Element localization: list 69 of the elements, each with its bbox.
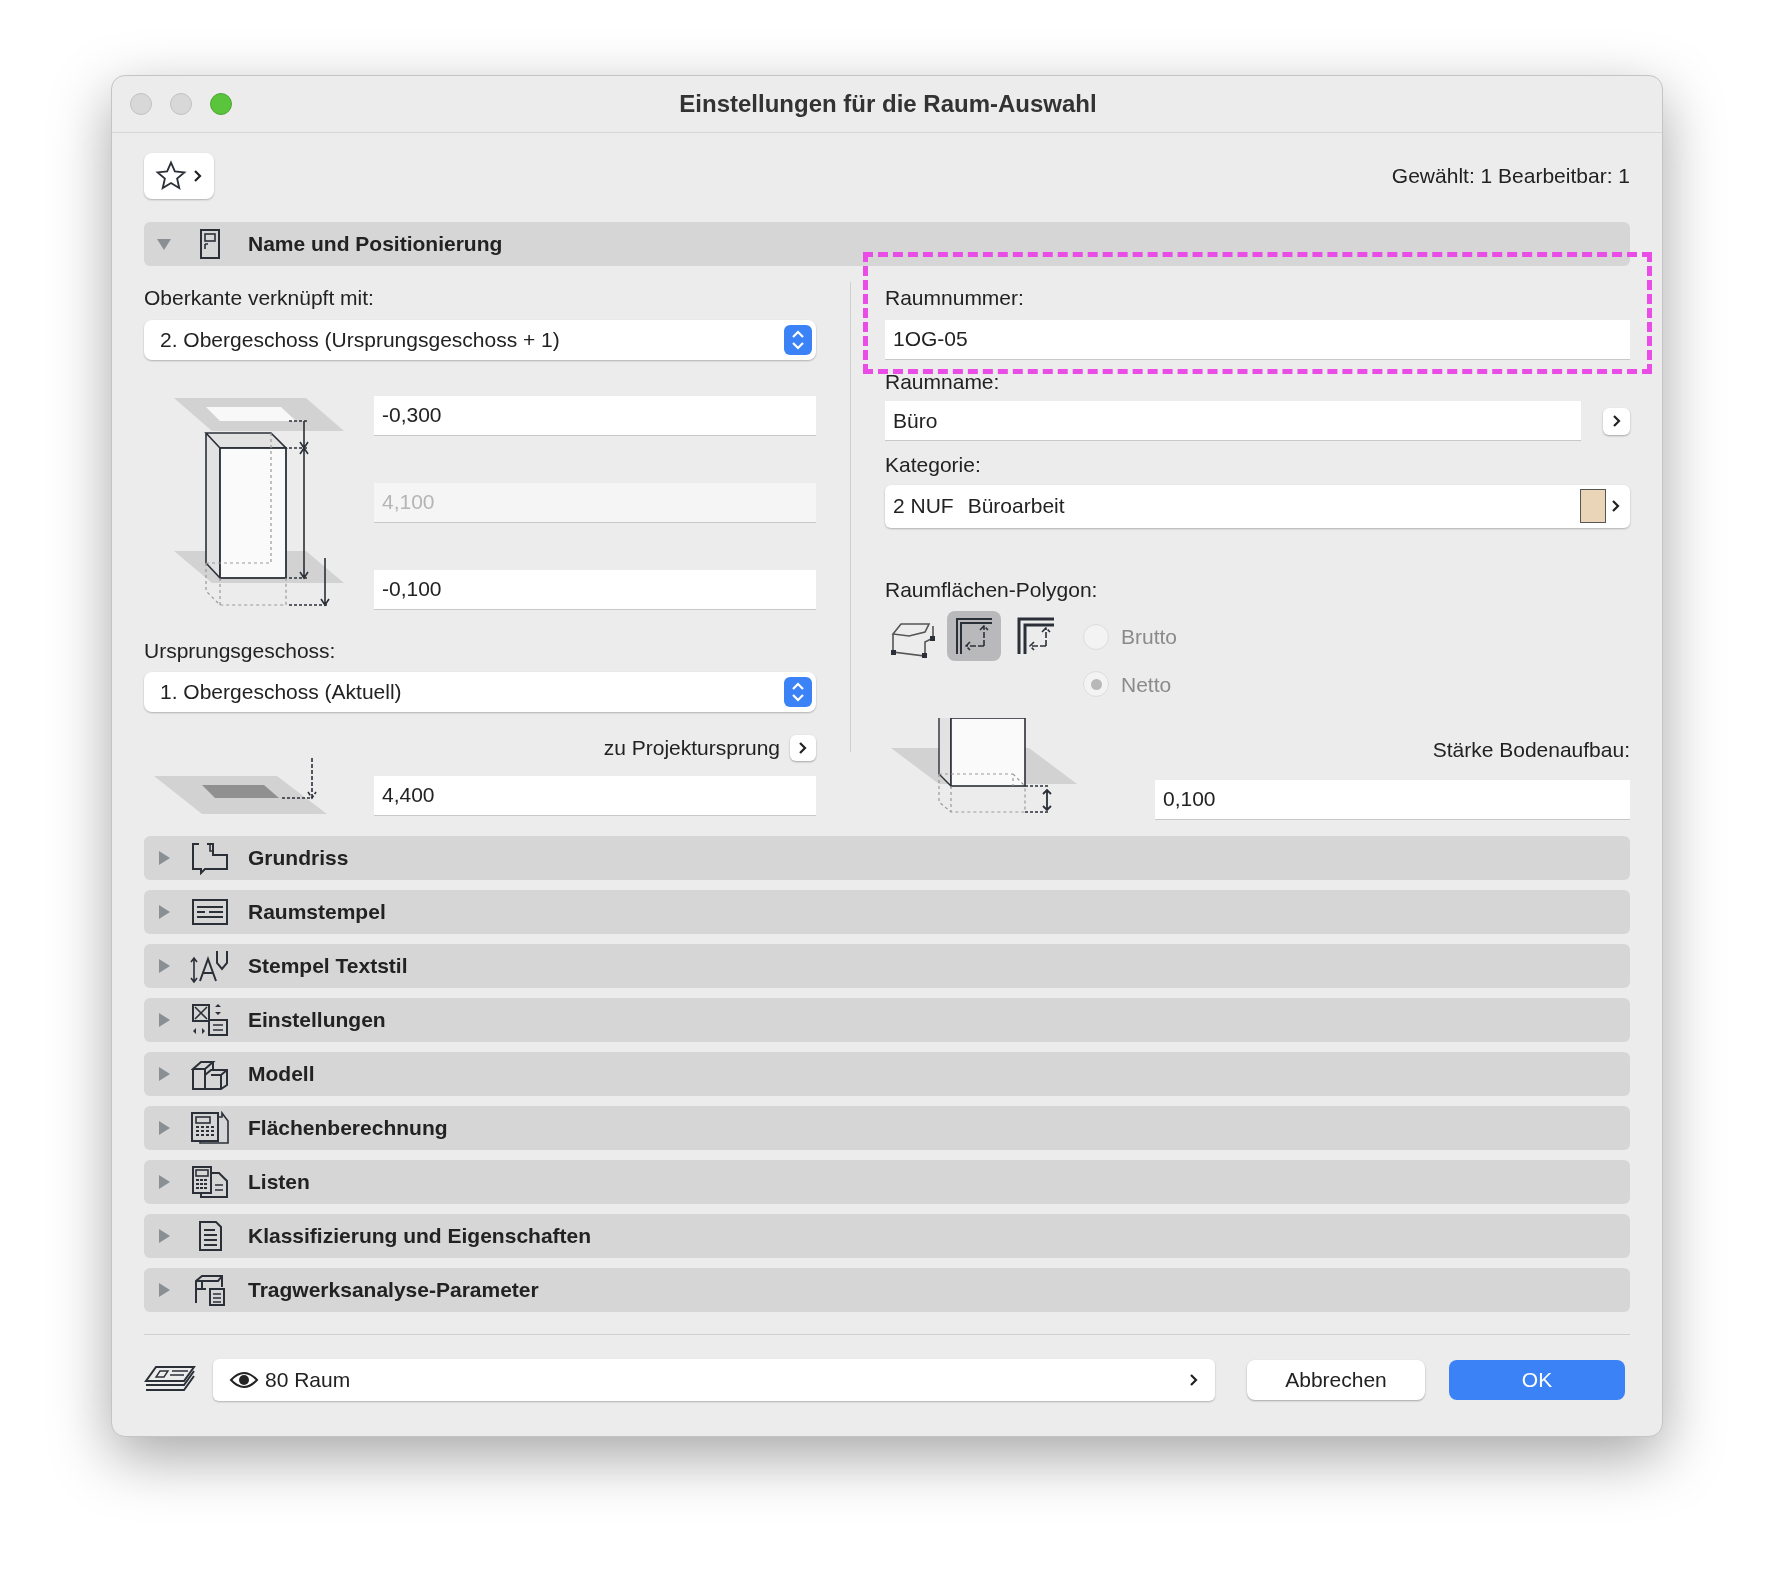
- section-header[interactable]: Tragwerksanalyse-Parameter: [144, 1267, 1630, 1312]
- chevron-button[interactable]: [790, 734, 816, 761]
- chevron-button[interactable]: [1603, 407, 1630, 435]
- floor-plan-icon: [191, 840, 229, 875]
- field-label: Stärke Bodenaufbau:: [1432, 737, 1630, 763]
- chevron-right-icon: [798, 740, 808, 755]
- section-header[interactable]: Raumstempel: [144, 889, 1630, 934]
- text-style-icon: [190, 948, 230, 983]
- text-field[interactable]: -0,300: [374, 395, 816, 436]
- text-field[interactable]: -0,100: [374, 569, 816, 610]
- stamp-lines-icon: [191, 897, 229, 926]
- calculator-sheet-icon: [190, 1110, 230, 1145]
- caret-right-icon: [156, 1173, 172, 1190]
- field-label: Ursprungsgeschoss:: [144, 637, 337, 664]
- chevron-right-icon: [193, 169, 203, 183]
- section-header[interactable]: Name und Positionierung: [144, 222, 1630, 266]
- caret-right-icon: [156, 957, 172, 974]
- section-header[interactable]: Klassifizierung und Eigenschaften: [144, 1213, 1630, 1258]
- caret-right-icon: [156, 1011, 172, 1028]
- door-panel-icon: [199, 228, 221, 260]
- caret-right-icon: [156, 849, 172, 866]
- text-field[interactable]: 4,400: [374, 775, 816, 816]
- eye-icon: [229, 1369, 259, 1390]
- field-label: Raumname:: [885, 368, 1001, 395]
- chevron-right-icon: [1611, 414, 1622, 428]
- section-header[interactable]: Flächenberechnung: [144, 1105, 1630, 1150]
- caret-right-icon: [156, 1119, 172, 1136]
- star-icon: [155, 160, 187, 192]
- settings-panel-icon: [191, 1002, 229, 1037]
- text-field[interactable]: Büro: [885, 401, 1581, 441]
- text-field[interactable]: 0,100: [1155, 779, 1630, 820]
- radio-label: Brutto: [1121, 624, 1178, 650]
- selection-info: Gewählt: 1 Bearbeitbar: 1: [1391, 163, 1630, 190]
- caret-down-icon: [156, 236, 172, 252]
- category-name: Büroarbeit: [967, 493, 1066, 520]
- category-field[interactable]: 2 NUF Büroarbeit: [885, 484, 1630, 528]
- chevron-right-icon: [1611, 499, 1621, 513]
- favorites-button[interactable]: [144, 153, 214, 199]
- section-header[interactable]: Listen: [144, 1159, 1630, 1204]
- document-icon: [197, 1219, 223, 1252]
- caret-right-icon: [156, 1281, 172, 1298]
- polygon-mode-button[interactable]: [947, 611, 1001, 661]
- radio-label: Netto: [1121, 671, 1172, 698]
- calculator-list-icon: [191, 1164, 229, 1199]
- field-label: Oberkante verknüpft mit:: [144, 285, 375, 311]
- text-field[interactable]: 1OG-05: [885, 319, 1630, 360]
- caret-right-icon: [156, 1227, 172, 1244]
- ok-button[interactable]: OK: [1449, 1359, 1625, 1400]
- layer-name: 80 Raum: [265, 1366, 352, 1393]
- section-header[interactable]: Einstellungen: [144, 997, 1630, 1042]
- field-label: Kategorie:: [885, 452, 982, 478]
- link-label: zu Projektursprung: [603, 735, 780, 761]
- section-header[interactable]: Stempel Textstil: [144, 943, 1630, 988]
- field-label: Raumnummer:: [885, 285, 1025, 311]
- section-header[interactable]: Grundriss: [144, 835, 1630, 880]
- cancel-button[interactable]: Abbrechen: [1247, 1359, 1425, 1400]
- caret-right-icon: [156, 903, 172, 920]
- layer-field[interactable]: 80 Raum: [213, 1358, 1215, 1401]
- caret-right-icon: [156, 1065, 172, 1082]
- chevron-right-icon: [1189, 1372, 1199, 1387]
- stepper-icon: [784, 324, 812, 355]
- field-label: Raumflächen-Polygon:: [885, 576, 1099, 603]
- structure-sheet-icon: [192, 1272, 228, 1307]
- section-header[interactable]: Modell: [144, 1051, 1630, 1096]
- dropdown-select[interactable]: 2. Obergeschoss (Ursprungsgeschoss + 1): [144, 319, 816, 360]
- window-title: Einstellungen für die Raum-Auswahl: [678, 89, 1098, 119]
- category-code: 2 NUF: [893, 493, 954, 520]
- dropdown-select[interactable]: 1. Obergeschoss (Aktuell): [144, 672, 816, 712]
- stepper-icon: [784, 677, 812, 707]
